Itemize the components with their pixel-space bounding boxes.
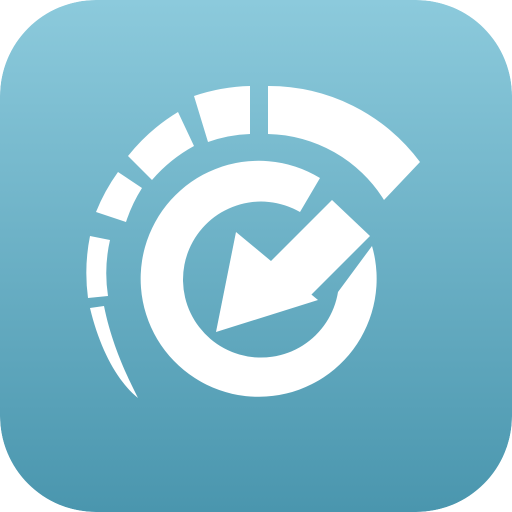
app-icon-tile[interactable] (0, 0, 512, 512)
app-icon-graphic (0, 0, 512, 512)
